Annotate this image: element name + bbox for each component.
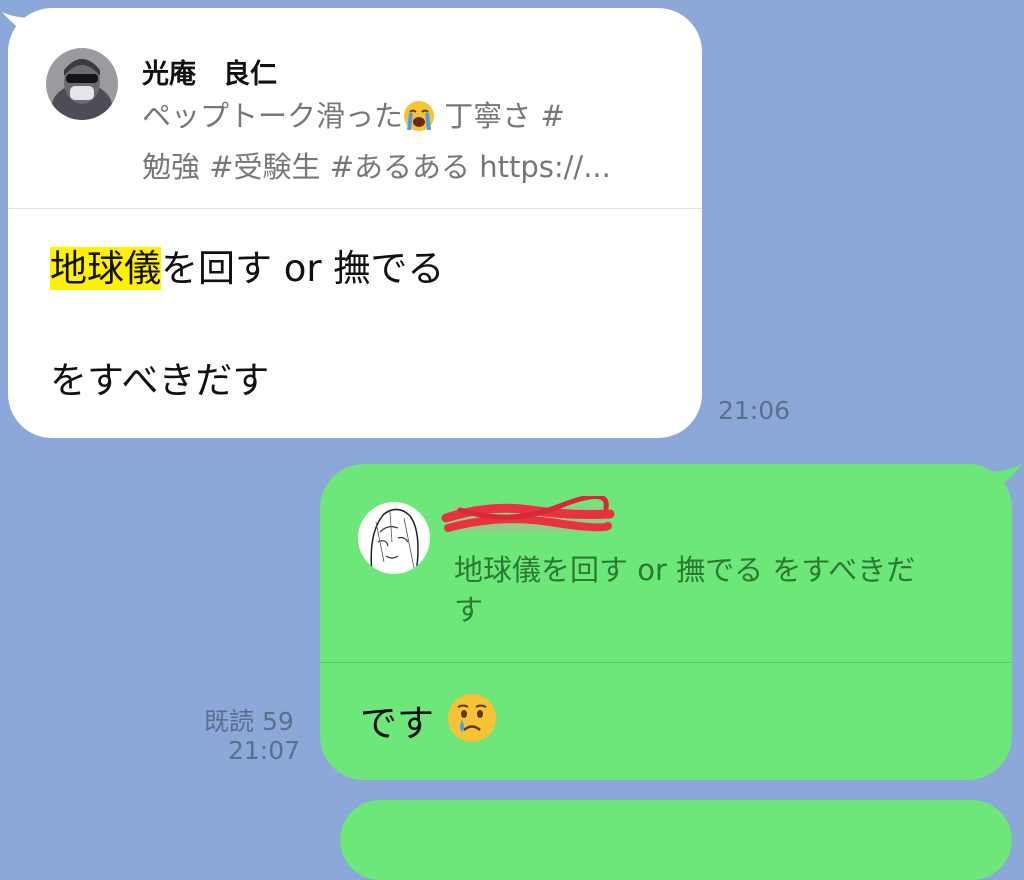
loudly-crying-face-icon	[403, 100, 435, 145]
quoted-message-line-1: 地球儀を回す or 撫でる をすべきだ	[454, 553, 916, 587]
reply-divider	[320, 662, 1012, 663]
incoming-timestamp: 21:06	[718, 396, 791, 425]
next-outgoing-bubble-partial[interactable]	[340, 800, 1012, 880]
quoted-preview-part2: 丁寧さ #	[435, 99, 565, 133]
quoted-sender-avatar[interactable]	[46, 48, 118, 120]
reply-text: です	[360, 702, 434, 745]
read-receipt: 既読 59	[204, 707, 294, 736]
message-line-1: 地球儀を回す or 撫でる	[50, 238, 444, 292]
quoted-preview-text: ペップトーク滑った 丁寧さ # 勉強 #受験生 #あるある https://..…	[142, 94, 672, 190]
quoted-message-line-2: す	[454, 593, 484, 627]
redacted-name-scribble	[441, 496, 615, 532]
message-line-1-rest: を回す or 撫でる	[161, 247, 445, 290]
quoted-preview-part1: ペップトーク滑った	[142, 99, 404, 133]
highlighted-keyword[interactable]: 地球儀	[50, 247, 161, 290]
outgoing-timestamp: 21:07	[228, 736, 301, 765]
quoted-own-avatar[interactable]	[358, 502, 430, 574]
quote-divider	[8, 208, 702, 209]
reply-message-text: です	[360, 692, 498, 753]
quoted-message-preview: 地球儀を回す or 撫でる をすべきだ す	[454, 550, 984, 630]
crying-face-icon	[446, 692, 498, 753]
message-line-2: をすべきだす	[50, 359, 270, 402]
quoted-sender-name: 光庵 良仁	[142, 59, 277, 90]
quoted-preview-line2: 勉強 #受験生 #あるある https://...	[142, 150, 611, 184]
